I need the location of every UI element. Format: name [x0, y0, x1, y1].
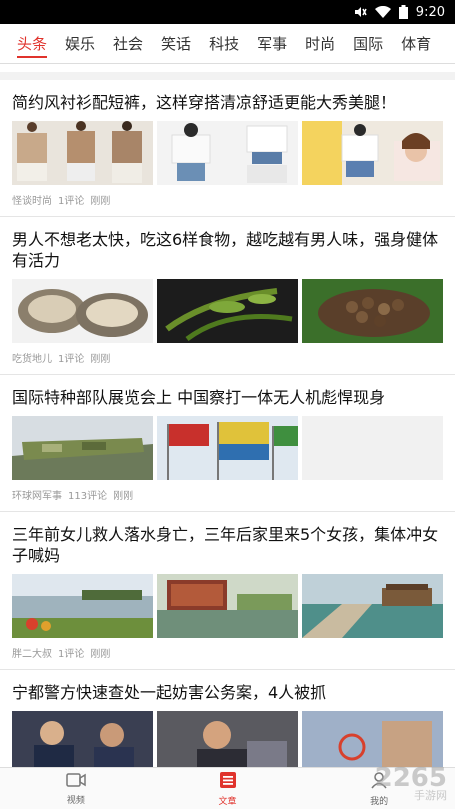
news-item[interactable]: 国际特种部队展览会上 中国察打一体无人机彪悍现身 环球网军事 113评论 刚刚 [0, 375, 455, 512]
status-bar: 9:20 [0, 0, 455, 24]
news-time: 刚刚 [113, 491, 134, 502]
news-feed[interactable]: 简约风衬衫配短裤，这样穿搭清凉舒适更能大秀美腿！ 怪谈时尚 1评论 刚刚 男人不… [0, 72, 455, 767]
news-thumbnail[interactable] [157, 121, 298, 185]
news-thumbnail[interactable] [302, 121, 443, 185]
news-thumbnail[interactable] [302, 279, 443, 343]
tab-international[interactable]: 国际 [344, 24, 392, 64]
article-icon [219, 771, 237, 792]
news-item[interactable]: 简约风衬衫配短裤，这样穿搭清凉舒适更能大秀美腿！ 怪谈时尚 1评论 刚刚 [0, 80, 455, 217]
tab-entertainment[interactable]: 娱乐 [56, 24, 104, 64]
news-thumbnail[interactable] [302, 574, 443, 638]
nav-video[interactable]: 视频 [0, 768, 152, 809]
nav-article[interactable]: 文章 [152, 768, 304, 809]
news-thumbnail[interactable] [12, 121, 153, 185]
news-comments: 1评论 [58, 196, 85, 207]
news-title[interactable]: 三年前女儿救人落水身亡，三年后家里来5个女孩，集体冲女子喊妈 [12, 524, 443, 566]
news-thumbnail[interactable] [157, 416, 298, 480]
tab-society[interactable]: 社会 [104, 24, 152, 64]
news-time: 刚刚 [90, 354, 111, 365]
tab-fashion[interactable]: 时尚 [296, 24, 344, 64]
news-item[interactable]: 宁都警方快速查处一起妨害公务案，4人被抓 [0, 670, 455, 767]
bottom-nav: 视频 文章 我的 2265 手游网 [0, 763, 455, 809]
tab-jokes[interactable]: 笑话 [152, 24, 200, 64]
news-source: 怪谈时尚 [12, 196, 52, 207]
tab-tech[interactable]: 科技 [200, 24, 248, 64]
news-thumbnail[interactable] [157, 279, 298, 343]
news-source: 吃货地儿 [12, 354, 52, 365]
site-watermark: 2265 手游网 [375, 763, 447, 803]
news-thumbnail[interactable] [12, 711, 153, 767]
news-comments: 1评论 [58, 354, 85, 365]
battery-icon [398, 5, 408, 19]
video-icon [66, 772, 86, 791]
tab-headlines[interactable]: 头条 [8, 24, 56, 64]
news-item[interactable]: 男人不想老太快，吃这6样食物，越吃越有男人味，强身健体有活力 吃货地儿 1评论 … [0, 217, 455, 375]
news-title[interactable]: 简约风衬衫配短裤，这样穿搭清凉舒适更能大秀美腿！ [12, 92, 443, 113]
tab-sports[interactable]: 体育 [392, 24, 440, 64]
news-title[interactable]: 国际特种部队展览会上 中国察打一体无人机彪悍现身 [12, 387, 443, 408]
nav-article-label: 文章 [218, 796, 237, 807]
tab-military[interactable]: 军事 [248, 24, 296, 64]
news-title[interactable]: 宁都警方快速查处一起妨害公务案，4人被抓 [12, 682, 443, 703]
news-time: 刚刚 [90, 649, 111, 660]
news-thumbnail[interactable] [12, 574, 153, 638]
news-thumbnail[interactable] [157, 574, 298, 638]
feed-divider [0, 72, 455, 80]
news-time: 刚刚 [90, 196, 111, 207]
news-thumbnail[interactable] [302, 416, 443, 480]
news-thumbnail[interactable] [302, 711, 443, 767]
news-comments: 1评论 [58, 649, 85, 660]
status-time: 9:20 [415, 4, 445, 20]
news-comments: 113评论 [68, 491, 108, 502]
news-thumbnail[interactable] [12, 416, 153, 480]
wifi-icon [374, 5, 391, 19]
nav-video-label: 视频 [66, 795, 85, 806]
news-title[interactable]: 男人不想老太快，吃这6样食物，越吃越有男人味，强身健体有活力 [12, 229, 443, 271]
news-source: 胖二大叔 [12, 649, 52, 660]
mute-icon [353, 5, 367, 19]
news-source: 环球网军事 [12, 491, 62, 502]
news-item[interactable]: 三年前女儿救人落水身亡，三年后家里来5个女孩，集体冲女子喊妈 胖二大叔 1评论 … [0, 512, 455, 670]
news-thumbnail[interactable] [157, 711, 298, 767]
news-thumbnail[interactable] [12, 279, 153, 343]
category-tabs: 头条 娱乐 社会 笑话 科技 军事 时尚 国际 体育 [0, 24, 455, 64]
